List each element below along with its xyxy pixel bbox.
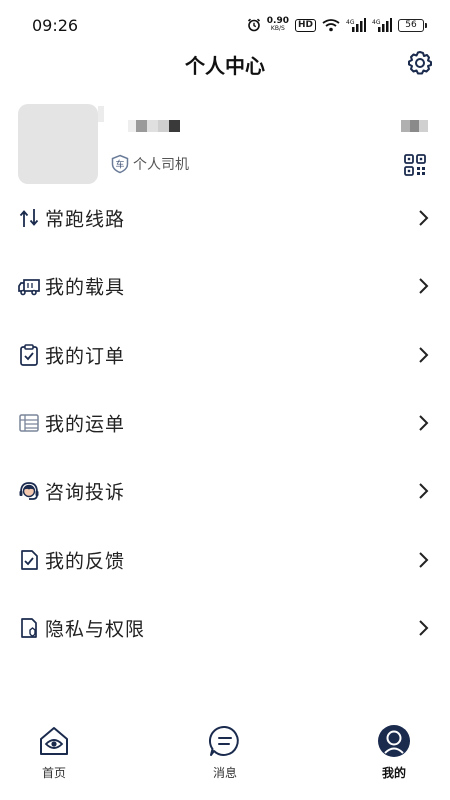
route-icon <box>19 209 39 228</box>
network-speed: 0.90 KB/S <box>267 17 289 33</box>
header: 个人中心 <box>0 42 450 82</box>
shield-icon: 车 <box>111 154 129 174</box>
tab-label: 消息 <box>212 766 237 780</box>
user-name-redacted <box>128 120 180 132</box>
clipboard-check-icon <box>20 343 38 366</box>
menu-list: 常跑线路 我的载具 我的订单 我的运单 咨询投诉 我的反馈 隐私与权限 <box>0 184 450 662</box>
menu-item-feedback[interactable]: 我的反馈 <box>0 525 450 593</box>
role-label: 个人司机 <box>133 157 189 173</box>
privacy-icon <box>21 618 37 638</box>
chevron-right-icon <box>419 620 429 636</box>
tab-messages[interactable]: 消息 <box>180 724 270 794</box>
tab-label: 首页 <box>41 766 66 780</box>
status-icons: 0.90 KB/S HD 4G 4G 56 <box>247 16 427 34</box>
signal-icon: 4G <box>346 18 366 32</box>
signal-icon: 4G <box>372 18 392 32</box>
page-title: 个人中心 <box>185 54 265 78</box>
bottom-tab-bar: 首页 消息 我的 <box>0 712 450 800</box>
qr-code-icon[interactable] <box>404 154 426 176</box>
wifi-icon <box>322 19 340 32</box>
gear-icon[interactable] <box>406 49 434 77</box>
hd-badge: HD <box>294 18 316 32</box>
profile-icon <box>378 725 410 757</box>
menu-item-label: 我的运单 <box>45 413 126 436</box>
chevron-right-icon <box>419 483 429 500</box>
menu-item-label: 常跑线路 <box>45 208 126 231</box>
avatar[interactable] <box>18 104 98 184</box>
menu-item-orders[interactable]: 我的订单 <box>0 321 450 389</box>
menu-item-label: 隐私与权限 <box>45 618 146 641</box>
role-badge: 车 个人司机 <box>110 154 189 174</box>
profile-card[interactable]: 车 个人司机 <box>0 100 450 190</box>
signal-label-1: 4G <box>346 19 355 26</box>
home-icon <box>40 727 68 755</box>
role-badge-char: 车 <box>115 159 124 171</box>
menu-item-label: 我的订单 <box>45 345 126 368</box>
chevron-right-icon <box>419 551 429 568</box>
waybill-icon <box>19 414 39 432</box>
chevron-right-icon <box>419 210 429 226</box>
network-speed-value: 0.90 <box>266 16 289 26</box>
menu-item-label: 我的载具 <box>45 276 126 299</box>
menu-item-privacy[interactable]: 隐私与权限 <box>0 594 450 662</box>
feedback-icon <box>21 549 38 570</box>
avatar-edge <box>98 106 104 122</box>
menu-item-waybills[interactable]: 我的运单 <box>0 389 450 457</box>
tab-profile[interactable]: 我的 <box>349 724 439 794</box>
menu-item-label: 咨询投诉 <box>45 481 126 504</box>
chevron-right-icon <box>419 415 429 431</box>
truck-icon <box>18 279 40 296</box>
user-id-redacted <box>401 120 428 132</box>
menu-item-label: 我的反馈 <box>45 550 126 573</box>
network-speed-unit: KB/S <box>270 25 285 32</box>
message-icon <box>208 725 239 756</box>
menu-item-routes[interactable]: 常跑线路 <box>0 184 450 252</box>
signal-label-2: 4G <box>372 19 381 26</box>
chevron-right-icon <box>419 347 429 363</box>
status-time: 09:26 <box>32 16 79 35</box>
battery-indicator: 56 <box>398 18 427 32</box>
customer-service-icon <box>19 482 39 501</box>
status-bar: 09:26 0.90 KB/S HD 4G 4G 56 <box>0 0 450 48</box>
menu-item-consult[interactable]: 咨询投诉 <box>0 457 450 525</box>
menu-item-vehicles[interactable]: 我的载具 <box>0 252 450 320</box>
alarm-icon <box>247 18 260 32</box>
tab-label: 我的 <box>381 766 406 780</box>
chevron-right-icon <box>419 278 429 295</box>
tab-home[interactable]: 首页 <box>9 724 99 794</box>
